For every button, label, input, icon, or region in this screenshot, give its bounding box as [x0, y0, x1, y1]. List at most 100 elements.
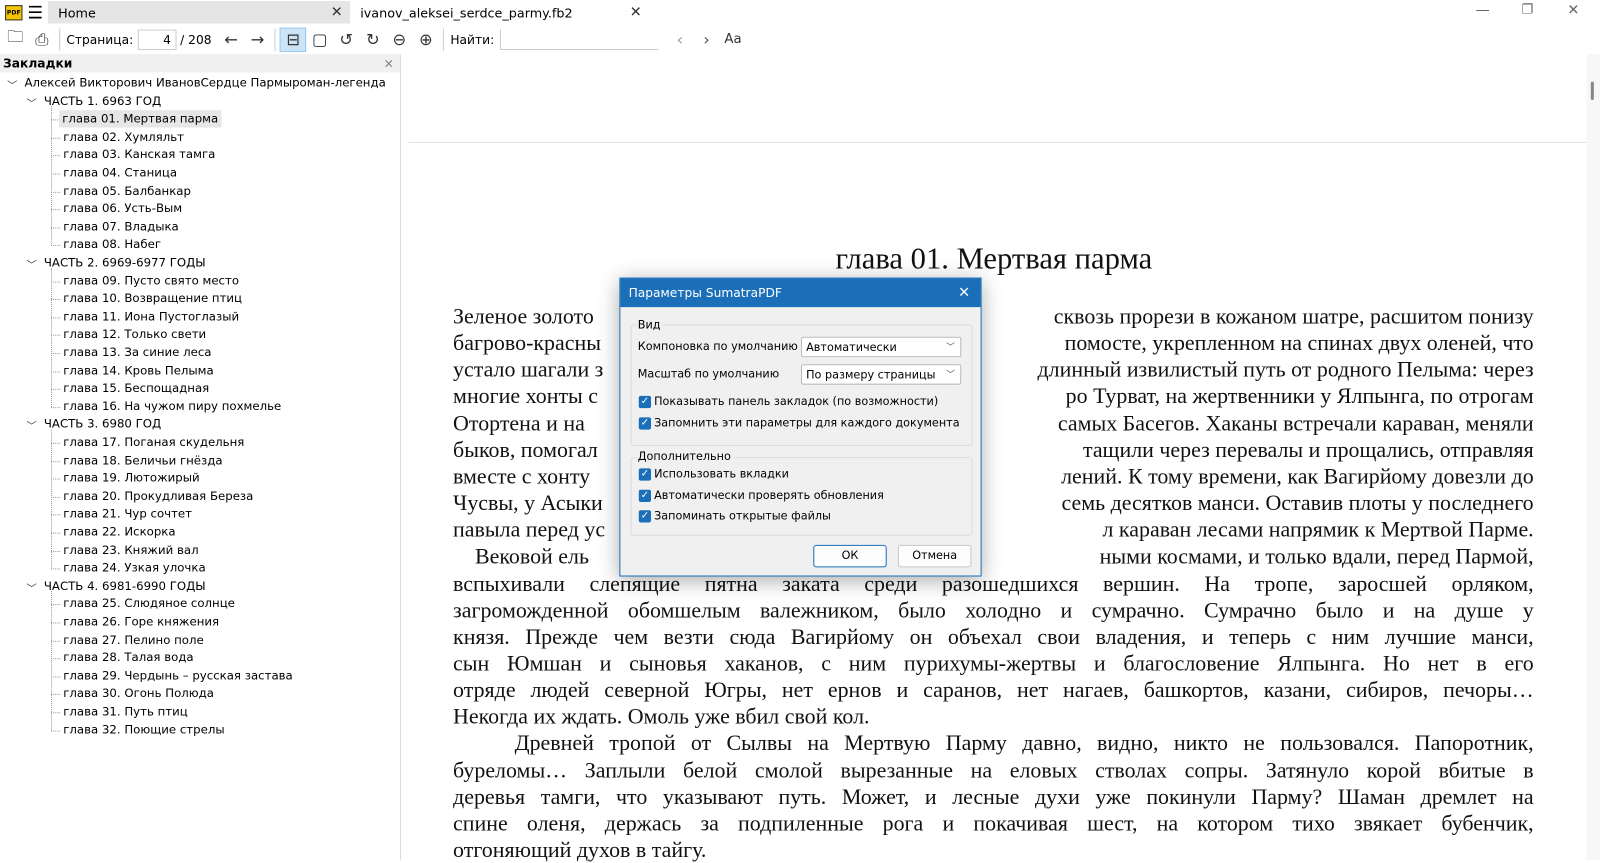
match-case-icon[interactable]: Aa: [720, 27, 747, 51]
bookmark-chapter[interactable]: глава 26. Горе княжения: [63, 613, 219, 630]
tree-connector: [51, 371, 61, 373]
bookmark-chapter[interactable]: глава 29. Чердынь – русская застава: [63, 667, 292, 684]
close-tab-icon[interactable]: ✕: [622, 4, 649, 20]
bookmark-part[interactable]: ЧАСТЬ 1. 6963 ГОД: [44, 92, 161, 109]
print-icon[interactable]: ⎙: [29, 27, 56, 51]
next-page-icon[interactable]: →: [244, 27, 271, 51]
bookmark-chapter[interactable]: глава 12. Только свети: [63, 326, 206, 343]
text-line: Чусвы, у Асыки семь десятков манси. Остав…: [453, 490, 1534, 517]
bookmark-chapter[interactable]: глава 28. Талая вода: [63, 649, 193, 666]
tree-connector: [51, 676, 61, 678]
divider: [59, 28, 61, 51]
bookmark-chapter[interactable]: глава 19. Лютожирый: [63, 470, 199, 487]
bookmark-part[interactable]: ЧАСТЬ 4. 6981-6990 ГОДЫ: [44, 577, 206, 594]
tree-connector: [51, 245, 61, 247]
checkbox-label: Запомнить эти параметры для каждого доку…: [654, 416, 960, 430]
bookmark-chapter[interactable]: глава 18. Беличьи гнёзда: [63, 452, 222, 469]
bookmark-chapter[interactable]: глава 05. Балбанкар: [63, 182, 191, 199]
use-tabs-checkbox[interactable]: ✓ Использовать вкладки: [638, 467, 789, 481]
tab-document[interactable]: ivanov_aleksei_serdce_parmy.fb2 ✕: [350, 1, 649, 23]
bookmark-chapter[interactable]: глава 10. Возвращение птиц: [63, 290, 242, 307]
scrollbar-thumb[interactable]: [1590, 81, 1594, 100]
rotate-left-icon[interactable]: ↺: [333, 27, 360, 51]
ok-button[interactable]: ОК: [813, 544, 887, 568]
bookmark-chapter[interactable]: глава 20. Прокудливая Береза: [63, 488, 253, 505]
bookmark-chapter[interactable]: глава 03. Канская тамга: [63, 146, 215, 163]
text-line: устало шагали з длинный извилистый путь о…: [453, 356, 1534, 383]
bookmark-chapter[interactable]: глава 13. За синие леса: [63, 344, 211, 361]
bookmark-chapter[interactable]: глава 24. Узкая улочка: [63, 559, 205, 576]
text-fragment: павыла перед ус: [453, 517, 606, 543]
bookmark-part[interactable]: ЧАСТЬ 3. 6980 ГОД: [44, 416, 161, 433]
text-line: загроможденной обомшелым валежником, был…: [453, 597, 1534, 623]
bookmark-chapter[interactable]: глава 31. Путь птиц: [63, 703, 187, 720]
bookmark-chapter[interactable]: глава 17. Поганая скудельня: [63, 434, 244, 451]
tab-home[interactable]: Home ✕: [47, 1, 350, 24]
minimize-button[interactable]: —: [1475, 2, 1489, 18]
tree-connector: [51, 317, 61, 319]
close-tab-icon[interactable]: ✕: [323, 4, 350, 20]
previous-page-icon[interactable]: ←: [218, 27, 245, 51]
page-input[interactable]: 4: [137, 29, 177, 50]
tree-connector: [51, 209, 61, 211]
zoom-out-icon[interactable]: ⊖: [386, 27, 413, 51]
bookmark-chapter[interactable]: глава 02. Хумляльт: [63, 128, 184, 145]
find-label: Найти:: [450, 32, 495, 47]
menu-icon[interactable]: ☰: [28, 3, 44, 23]
remember-settings-checkbox[interactable]: ✓ Запомнить эти параметры для каждого док…: [638, 416, 960, 430]
bookmark-chapter[interactable]: глава 08. Набег: [63, 236, 161, 253]
bookmark-part[interactable]: ЧАСТЬ 2. 6969-6977 ГОДЫ: [44, 254, 206, 271]
bookmark-chapter[interactable]: глава 01. Мертвая парма: [59, 110, 222, 128]
layout-select[interactable]: Автоматически ﹀: [801, 336, 962, 358]
bookmark-chapter[interactable]: глава 22. Искорка: [63, 523, 175, 540]
bookmark-chapter[interactable]: глава 11. Иона Пустоглазый: [63, 308, 239, 325]
maximize-button[interactable]: ❐: [1521, 2, 1533, 17]
close-bookmarks-icon[interactable]: ×: [384, 54, 394, 72]
show-bookmarks-checkbox[interactable]: ✓ Показывать панель закладок (по возможно…: [638, 395, 938, 408]
tree-connector: [51, 604, 61, 606]
find-next-icon[interactable]: ›: [693, 27, 720, 51]
bookmark-root[interactable]: Алексей Викторович ИвановСердце Пармыром…: [24, 74, 385, 91]
chevron-down-icon[interactable]: ﹀: [27, 579, 37, 594]
continuous-view-icon[interactable]: ⊟: [279, 27, 307, 52]
chevron-down-icon[interactable]: ﹀: [27, 418, 37, 433]
tree-connector: [51, 550, 61, 552]
bookmark-chapter[interactable]: глава 16. На чужом пиру похмелье: [63, 398, 281, 415]
bookmark-chapter[interactable]: глава 07. Владыка: [63, 218, 178, 235]
chevron-down-icon[interactable]: ﹀: [27, 256, 37, 271]
close-window-button[interactable]: ✕: [1567, 2, 1579, 18]
bookmark-chapter[interactable]: глава 30. Огонь Полюда: [63, 685, 214, 702]
tree-connector: [51, 496, 61, 498]
dialog-close-icon[interactable]: ✕: [958, 279, 970, 308]
tree-connector: [51, 281, 61, 283]
bookmark-chapter[interactable]: глава 32. Поющие стрелы: [63, 721, 224, 738]
zoom-select[interactable]: По размеру страницы ﹀: [801, 364, 962, 385]
bookmark-chapter[interactable]: глава 09. Пусто свято место: [63, 272, 239, 289]
bookmark-chapter[interactable]: глава 23. Княжий вал: [63, 541, 198, 558]
find-previous-icon[interactable]: ‹: [667, 27, 694, 51]
bookmark-chapter[interactable]: глава 25. Слюдяное солнце: [63, 595, 235, 612]
text-fragment: многие хонты с: [453, 384, 599, 409]
tab-bar: PDF ☰ Home ✕ ivanov_aleksei_serdce_parmy…: [0, 0, 1600, 25]
check-updates-checkbox[interactable]: ✓ Автоматически проверять обновления: [638, 489, 884, 502]
bookmark-chapter[interactable]: глава 21. Чур сочтет: [63, 505, 192, 522]
find-input[interactable]: [500, 29, 659, 50]
single-page-icon[interactable]: ▢: [306, 27, 333, 51]
bookmark-chapter[interactable]: глава 04. Станица: [63, 164, 177, 181]
open-folder-icon[interactable]: 🗀: [2, 27, 29, 51]
chevron-down-icon[interactable]: ﹀: [7, 77, 17, 92]
bookmark-chapter[interactable]: глава 14. Кровь Пелыма: [63, 362, 213, 379]
zoom-label: Масштаб по умолчанию: [637, 367, 780, 381]
remember-files-checkbox[interactable]: ✓ Запоминать открытые файлы: [638, 509, 831, 522]
bookmark-chapter[interactable]: глава 15. Беспощадная: [63, 380, 209, 397]
bookmark-chapter[interactable]: глава 27. Пелино поле: [63, 631, 203, 648]
rotate-right-icon[interactable]: ↻: [360, 27, 387, 51]
extra-group-label: Дополнительно: [637, 449, 734, 464]
chevron-down-icon[interactable]: ﹀: [27, 94, 37, 110]
text-line: Некогда их ждать. Омоль уже вбил свой ко…: [453, 704, 870, 729]
zoom-in-icon[interactable]: ⊕: [413, 27, 440, 51]
text-line: сын Юмшан и сыновья хаканов, с ним пурих…: [453, 650, 1534, 676]
bookmark-chapter[interactable]: глава 06. Усть-Вым: [63, 200, 182, 217]
vertical-scrollbar[interactable]: [1586, 54, 1600, 861]
cancel-button[interactable]: Отмена: [897, 544, 972, 568]
